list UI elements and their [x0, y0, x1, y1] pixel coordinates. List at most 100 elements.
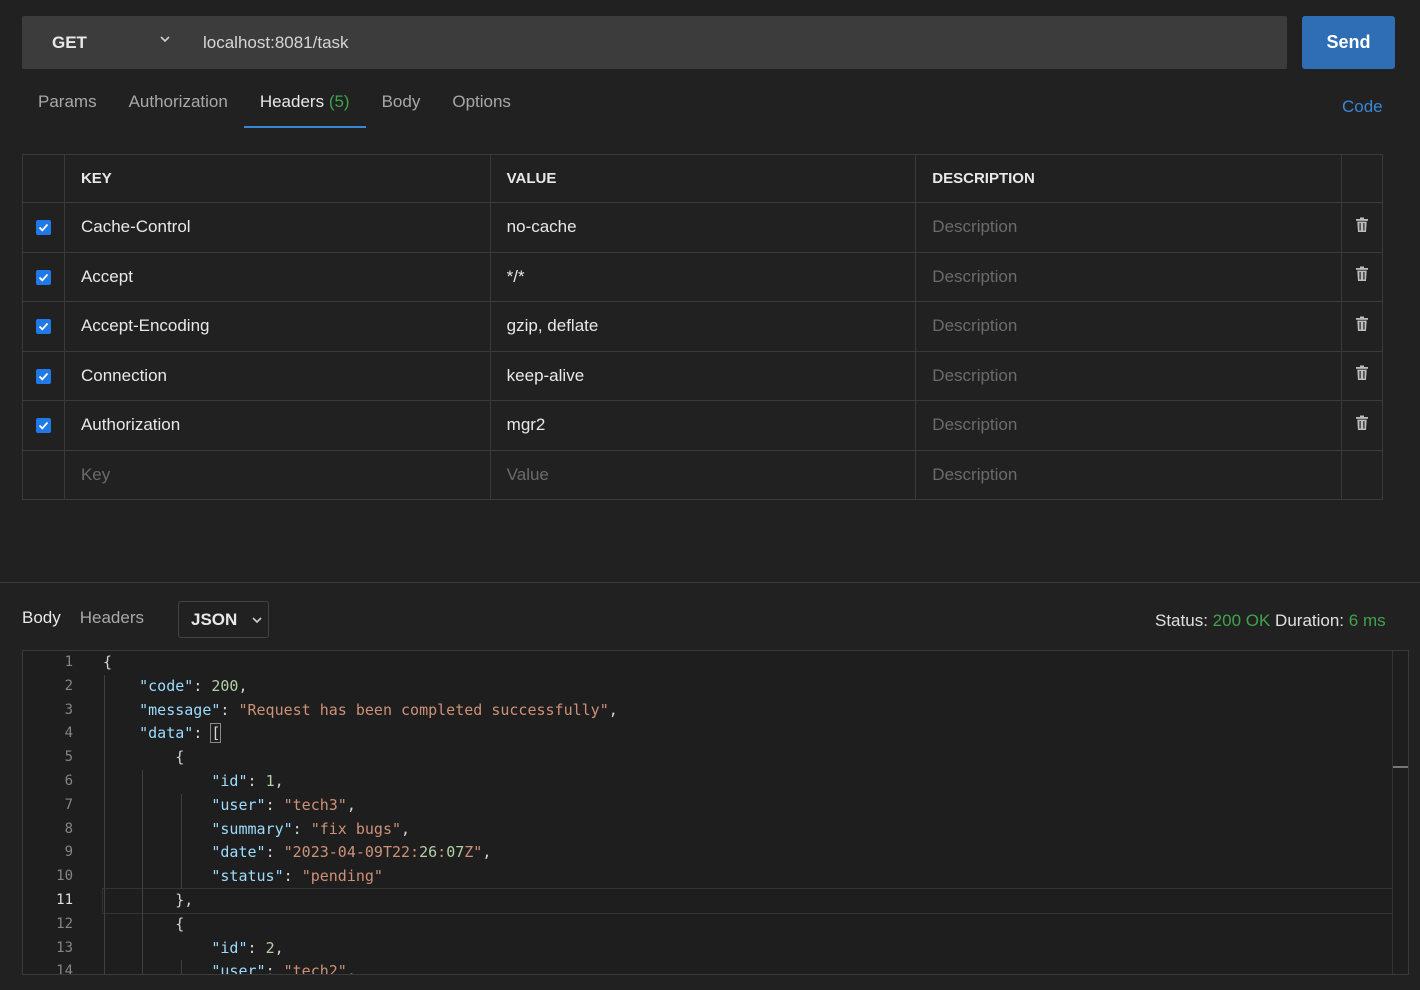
response-tab-headers[interactable]: Headers — [80, 608, 144, 628]
new-description-input[interactable]: Description — [916, 450, 1342, 500]
header-key-cell[interactable]: Cache-Control — [64, 203, 490, 253]
indent-guide — [181, 794, 182, 889]
pane-divider[interactable] — [0, 582, 1420, 583]
method-select[interactable]: GET — [22, 16, 192, 69]
line-number: 12 — [23, 913, 83, 937]
new-key-input[interactable]: Key — [64, 450, 490, 500]
header-description-cell[interactable]: Description — [916, 401, 1342, 451]
column-header-key: KEY — [64, 155, 490, 203]
status-value: 200 OK — [1213, 611, 1271, 630]
response-body-editor[interactable]: 1234567891011121314 { "code": 200, "mess… — [22, 650, 1409, 975]
status-label: Status: — [1155, 611, 1208, 630]
response-tabs: Body Headers — [22, 608, 144, 628]
tab-headers[interactable]: Headers (5) — [244, 86, 366, 128]
delete-row-cell — [1341, 252, 1382, 302]
code-line: "summary": "fix bugs", — [103, 818, 1392, 842]
header-description-cell[interactable]: Description — [916, 302, 1342, 352]
row-checkbox-cell — [23, 203, 65, 253]
header-key-cell[interactable]: Authorization — [64, 401, 490, 451]
code-line: "message": "Request has been completed s… — [103, 699, 1392, 723]
delete-row-cell — [1341, 302, 1382, 352]
tab-body[interactable]: Body — [366, 86, 437, 128]
table-row: Accept-Encoding gzip, deflate Descriptio… — [23, 302, 1383, 352]
line-number: 3 — [23, 699, 83, 723]
code-line: "date": "2023-04-09T22:26:07Z", — [103, 841, 1392, 865]
tab-headers-count: (5) — [329, 92, 350, 111]
header-value-cell[interactable]: */* — [490, 252, 916, 302]
line-number: 7 — [23, 794, 83, 818]
header-key-cell[interactable]: Accept — [64, 252, 490, 302]
trash-icon[interactable] — [1355, 217, 1369, 233]
row-checkbox-cell — [23, 401, 65, 451]
check-icon — [38, 321, 49, 332]
line-number: 5 — [23, 746, 83, 770]
table-row: Connection keep-alive Description — [23, 351, 1383, 401]
request-bar: GET localhost:8081/task — [22, 16, 1287, 69]
url-input[interactable]: localhost:8081/task — [192, 33, 1287, 53]
checkbox-column-header — [23, 155, 65, 203]
header-description-cell[interactable]: Description — [916, 252, 1342, 302]
chevron-down-icon — [160, 34, 170, 44]
header-value-cell[interactable]: no-cache — [490, 203, 916, 253]
status-line: Status: 200 OK Duration: 6 ms — [1155, 611, 1386, 631]
code-line: "status": "pending" — [103, 865, 1392, 889]
code-line: }, — [103, 889, 1392, 913]
tab-headers-label: Headers — [260, 92, 324, 111]
table-row: Cache-Control no-cache Description — [23, 203, 1383, 253]
header-value-cell[interactable]: keep-alive — [490, 351, 916, 401]
header-description-cell[interactable]: Description — [916, 351, 1342, 401]
tab-authorization[interactable]: Authorization — [113, 86, 244, 128]
indent-guide — [142, 770, 143, 975]
code-line: "id": 1, — [103, 770, 1392, 794]
code-line: "user": "tech3", — [103, 794, 1392, 818]
code-body: { "code": 200, "message": "Request has b… — [103, 651, 1392, 975]
row-checkbox[interactable] — [36, 369, 51, 384]
column-header-value: VALUE — [490, 155, 916, 203]
tab-options[interactable]: Options — [436, 86, 527, 128]
trash-icon[interactable] — [1355, 365, 1369, 381]
row-checkbox[interactable] — [36, 418, 51, 433]
code-line: "user": "tech2", — [103, 960, 1392, 975]
actions-column-header — [1341, 155, 1382, 203]
headers-table: KEY VALUE DESCRIPTION Cache-Control no-c… — [22, 154, 1383, 500]
duration-label: Duration: — [1275, 611, 1344, 630]
trash-icon[interactable] — [1355, 266, 1369, 282]
code-line: "data": [ — [103, 722, 1392, 746]
request-tabs: Params Authorization Headers (5) Body Op… — [22, 86, 527, 130]
code-line: { — [103, 913, 1392, 937]
trash-icon[interactable] — [1355, 415, 1369, 431]
duration-value: 6 ms — [1349, 611, 1386, 630]
check-icon — [38, 222, 49, 233]
format-select[interactable]: JSON — [178, 601, 269, 638]
table-row-new: Key Value Description — [23, 450, 1383, 500]
row-checkbox[interactable] — [36, 270, 51, 285]
line-number: 4 — [23, 722, 83, 746]
table-row: Authorization mgr2 Description — [23, 401, 1383, 451]
header-description-cell[interactable]: Description — [916, 203, 1342, 253]
table-row: Accept */* Description — [23, 252, 1383, 302]
chevron-down-icon — [252, 615, 262, 625]
new-value-input[interactable]: Value — [490, 450, 916, 500]
row-checkbox[interactable] — [36, 220, 51, 235]
delete-row-cell — [1341, 450, 1382, 500]
trash-icon[interactable] — [1355, 316, 1369, 332]
send-button[interactable]: Send — [1302, 16, 1395, 69]
line-number: 2 — [23, 675, 83, 699]
row-checkbox-cell — [23, 351, 65, 401]
header-value-cell[interactable]: gzip, deflate — [490, 302, 916, 352]
header-key-cell[interactable]: Accept-Encoding — [64, 302, 490, 352]
delete-row-cell — [1341, 401, 1382, 451]
line-number: 11 — [23, 889, 83, 913]
code-line: "id": 2, — [103, 937, 1392, 961]
header-value-cell[interactable]: mgr2 — [490, 401, 916, 451]
vertical-scrollbar[interactable] — [1392, 651, 1408, 974]
tab-params[interactable]: Params — [22, 86, 113, 128]
code-link[interactable]: Code — [1342, 97, 1383, 117]
response-tab-body[interactable]: Body — [22, 608, 61, 628]
code-line: "code": 200, — [103, 675, 1392, 699]
code-line: { — [103, 746, 1392, 770]
row-checkbox-cell — [23, 252, 65, 302]
check-icon — [38, 371, 49, 382]
header-key-cell[interactable]: Connection — [64, 351, 490, 401]
row-checkbox[interactable] — [36, 319, 51, 334]
